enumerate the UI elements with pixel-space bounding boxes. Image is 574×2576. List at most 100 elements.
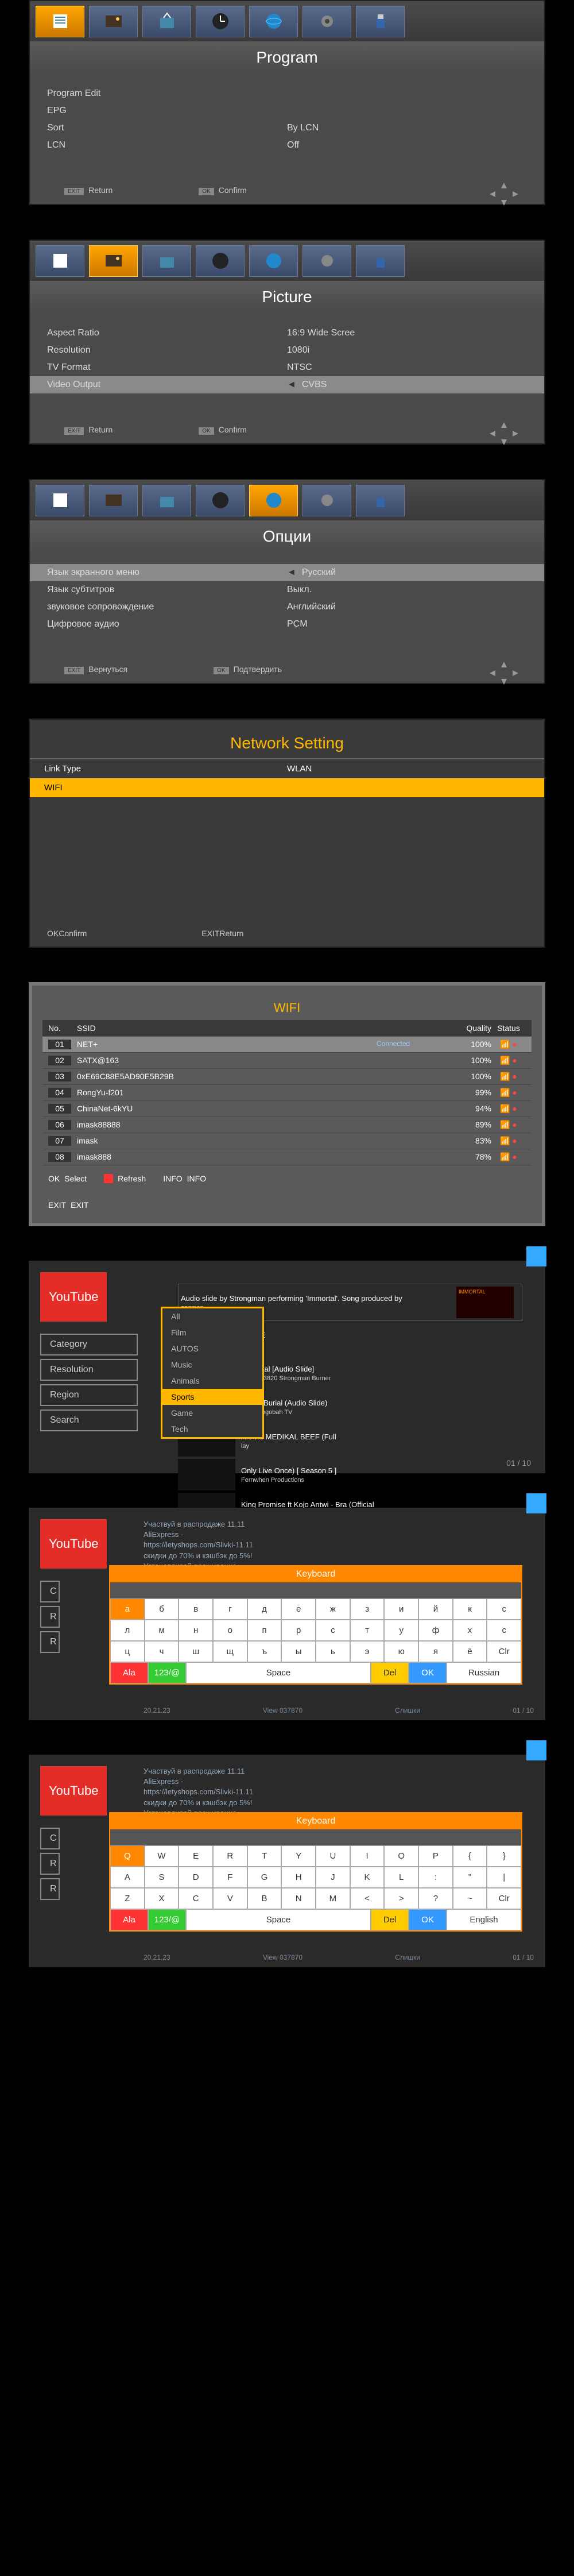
key[interactable]: S (145, 1867, 179, 1888)
key[interactable]: K (350, 1867, 385, 1888)
key[interactable]: A (110, 1867, 145, 1888)
wifi-row[interactable]: 01NET+Connected100%📶 ● (42, 1037, 532, 1053)
key[interactable]: ф (418, 1620, 453, 1641)
corner-tab-icon[interactable] (526, 1246, 546, 1266)
key[interactable]: ь (316, 1641, 350, 1662)
category-item[interactable]: Game (162, 1405, 262, 1421)
btn-c[interactable]: C (40, 1581, 60, 1602)
key-space[interactable]: Space (186, 1662, 371, 1683)
key[interactable]: H (281, 1867, 316, 1888)
key[interactable]: а (110, 1598, 145, 1620)
key[interactable]: ъ (247, 1641, 282, 1662)
row-wifi[interactable]: WIFI (30, 778, 544, 797)
key[interactable]: : (418, 1867, 453, 1888)
menu-item-lcn[interactable]: LCNOff (47, 137, 527, 154)
key[interactable]: < (350, 1888, 385, 1909)
tab-usb[interactable] (356, 245, 405, 277)
btn-r2[interactable]: R (40, 1878, 60, 1900)
key[interactable]: Y (281, 1845, 316, 1867)
keyboard-input[interactable] (110, 1582, 521, 1598)
wifi-row[interactable]: 06imask8888889%📶 ● (42, 1117, 532, 1133)
key[interactable]: х (453, 1620, 487, 1641)
tab-time[interactable] (196, 6, 245, 37)
key[interactable]: в (179, 1598, 213, 1620)
wifi-row[interactable]: 07imask83%📶 ● (42, 1133, 532, 1149)
key[interactable]: ю (384, 1641, 418, 1662)
key-num[interactable]: 123/@ (148, 1662, 186, 1683)
tab-system[interactable] (302, 245, 351, 277)
key[interactable]: Clr (487, 1888, 521, 1909)
menu-item-sort[interactable]: SortBy LCN (47, 119, 527, 137)
tab-picture[interactable] (89, 6, 138, 37)
menu-item-digital-audio[interactable]: Цифровое аудиоPCM (47, 616, 527, 633)
key[interactable]: с (487, 1620, 521, 1641)
key[interactable]: щ (213, 1641, 247, 1662)
tab-program[interactable] (36, 245, 84, 277)
key[interactable]: ч (145, 1641, 179, 1662)
key[interactable]: э (350, 1641, 385, 1662)
btn-r[interactable]: R (40, 1853, 60, 1875)
key[interactable]: X (145, 1888, 179, 1909)
key-del[interactable]: Del (371, 1909, 409, 1930)
key[interactable]: м (145, 1620, 179, 1641)
key[interactable]: ц (110, 1641, 145, 1662)
key[interactable]: J (316, 1867, 350, 1888)
tab-channel[interactable] (142, 245, 191, 277)
menu-item-program-edit[interactable]: Program Edit (47, 85, 527, 102)
key-space[interactable]: Space (186, 1909, 371, 1930)
key[interactable]: ё (453, 1641, 487, 1662)
tab-channel[interactable] (142, 6, 191, 37)
key[interactable]: г (213, 1598, 247, 1620)
key[interactable]: B (247, 1888, 282, 1909)
btn-c[interactable]: C (40, 1828, 60, 1849)
key[interactable]: я (418, 1641, 453, 1662)
tab-usb[interactable] (356, 6, 405, 37)
key[interactable]: } (487, 1845, 521, 1867)
key[interactable]: Q (110, 1845, 145, 1867)
category-item[interactable]: AUTOS (162, 1341, 262, 1357)
tab-program[interactable] (36, 6, 84, 37)
key[interactable]: " (453, 1867, 487, 1888)
btn-category[interactable]: Category (40, 1334, 138, 1355)
key[interactable]: L (384, 1867, 418, 1888)
tab-system[interactable] (302, 6, 351, 37)
key[interactable]: з (350, 1598, 385, 1620)
key[interactable]: { (453, 1845, 487, 1867)
key-lang[interactable]: Russian (447, 1662, 521, 1683)
key[interactable]: к (453, 1598, 487, 1620)
key[interactable]: F (213, 1867, 247, 1888)
key[interactable]: > (384, 1888, 418, 1909)
key[interactable]: P (418, 1845, 453, 1867)
tab-system[interactable] (302, 485, 351, 516)
key[interactable]: C (179, 1888, 213, 1909)
category-item[interactable]: Music (162, 1357, 262, 1373)
key[interactable]: N (281, 1888, 316, 1909)
key[interactable]: Z (110, 1888, 145, 1909)
btn-search[interactable]: Search (40, 1409, 138, 1431)
wifi-row[interactable]: 02SATX@163100%📶 ● (42, 1053, 532, 1069)
key[interactable]: с (487, 1598, 521, 1620)
key-ala[interactable]: Ala (110, 1662, 148, 1683)
tab-picture[interactable] (89, 485, 138, 516)
key[interactable]: б (145, 1598, 179, 1620)
key[interactable]: л (110, 1620, 145, 1641)
wifi-row[interactable]: 030xE69C88E5AD90E5B29B100%📶 ● (42, 1069, 532, 1085)
category-item[interactable]: Tech (162, 1421, 262, 1437)
menu-item-osd-lang[interactable]: Язык экранного меню◄Русский (30, 564, 544, 581)
key[interactable]: н (179, 1620, 213, 1641)
tab-program[interactable] (36, 485, 84, 516)
keyboard-input[interactable] (110, 1829, 521, 1845)
corner-tab-icon[interactable] (526, 1493, 546, 1513)
key-ok[interactable]: OK (409, 1909, 447, 1930)
list-item[interactable]: Only Live Once) [ Season 5 ]Fernwhen Pro… (178, 1459, 522, 1490)
menu-item-tvformat[interactable]: TV FormatNTSC (47, 359, 527, 376)
key[interactable]: Clr (487, 1641, 521, 1662)
wifi-row[interactable]: 05ChinaNet-6kYU94%📶 ● (42, 1101, 532, 1117)
btn-r[interactable]: R (40, 1606, 60, 1628)
key[interactable]: V (213, 1888, 247, 1909)
key[interactable]: U (316, 1845, 350, 1867)
key-ok[interactable]: OK (409, 1662, 447, 1683)
menu-item-aspect[interactable]: Aspect Ratio16:9 Wide Scree (47, 325, 527, 342)
category-item[interactable]: All (162, 1308, 262, 1324)
key[interactable]: т (350, 1620, 385, 1641)
